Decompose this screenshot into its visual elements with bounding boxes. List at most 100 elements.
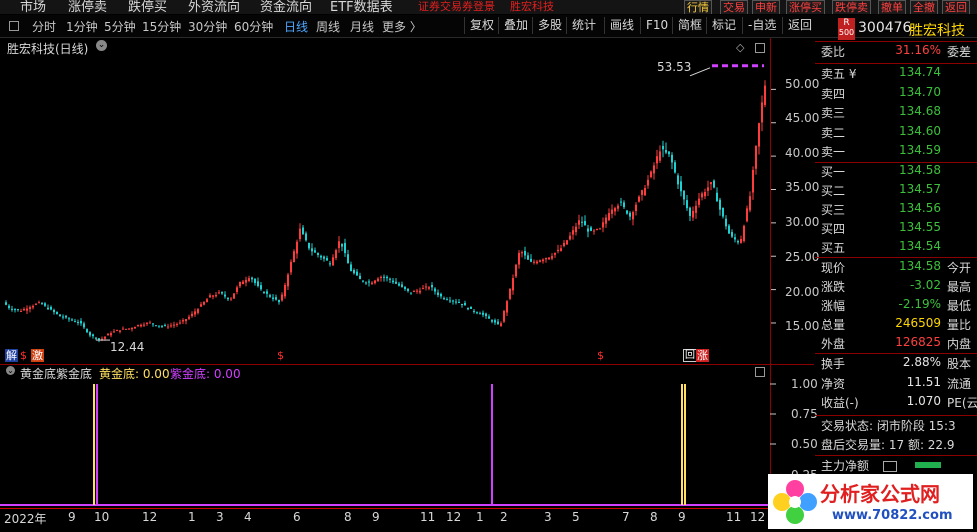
btn-f10[interactable]: F10 [640,17,673,34]
menu-limit-up-sell[interactable]: 涨停卖 [68,0,107,14]
period-5min[interactable]: 5分钟 [104,18,136,35]
candle-body [527,255,529,260]
x-tick: 12 [750,510,766,524]
candle-body [125,328,127,330]
dollar-marker[interactable]: $ [20,349,27,362]
candle-body [11,308,13,310]
marquee-1: 证券交易 [418,0,462,13]
sell-level-4[interactable]: 卖四 134.70 [821,85,971,105]
period-60min[interactable]: 60分钟 [234,18,273,35]
period-daily[interactable]: 日线 [284,18,308,35]
period-weekly[interactable]: 周线 [316,18,340,35]
candle-body [689,207,691,216]
candle-body [254,278,256,283]
candle-body [185,319,187,322]
stat2-row: 净资 11.51 流通 [821,374,972,391]
btn-simple-frame[interactable]: 简框 [672,17,707,34]
buyback-marker[interactable]: 回 [683,349,697,362]
x-tick: 1 [476,510,484,524]
candle-body [632,212,634,220]
candle-body [41,303,43,305]
menu-etf-table[interactable]: ETF数据表 [330,0,393,14]
buy-level-3[interactable]: 买三 134.56 [821,201,971,221]
btn-limit-up-buy[interactable]: 涨停买 [786,0,825,14]
kline-chart[interactable]: 胜宏科技(日线) ⌄ ◇ 53.53 12.44 解 $ 激 $ $ 回 涨 5… [0,38,819,364]
candle-body [77,322,79,324]
candle-body [215,294,217,297]
candle-body [419,290,421,293]
candle-body [371,282,373,285]
period-intraday[interactable]: 分时 [32,18,56,35]
btn-remove-watch[interactable]: -自选 [742,17,781,34]
candle-body [320,255,322,258]
buy-level-4[interactable]: 买四 134.55 [821,220,971,240]
btn-back[interactable]: 返回 [782,17,817,34]
stat-row: 现价 134.58 今开 [821,259,972,275]
candle-body [293,251,295,263]
candle-body [413,291,415,293]
candle-body [722,207,724,217]
x-tick: 7 [622,510,630,524]
candle-body [440,293,442,297]
btn-ipo[interactable]: 申新 [752,0,780,14]
sell-level-2[interactable]: 卖二 134.60 [821,124,971,144]
dollar-marker-3[interactable]: $ [597,349,604,362]
candle-body [668,151,670,155]
sell-level-1[interactable]: 卖一 134.59 [821,143,971,163]
candle-body [656,156,658,164]
btn-draw-line[interactable]: 画线 [604,17,639,34]
candle-body [725,218,727,227]
btn-multi-stock[interactable]: 多股 [532,17,567,34]
limit-up-marker[interactable]: 涨 [696,349,709,362]
candle-body [140,324,142,327]
btn-limit-down-sell[interactable]: 跌停卖 [832,0,871,14]
stat-row: 涨幅 -2.19% 最低 [821,297,972,313]
indicator-panel[interactable]: ⌄ 黄金底紫金底 黄金底: 0.00 紫金底: 0.00 1.00 0.75 0… [0,364,818,508]
candle-body [122,328,124,330]
candle-body [44,303,46,306]
candle-body [398,283,400,286]
candle-body [434,288,436,292]
candle-body [671,154,673,163]
candle-body [764,85,766,106]
menu-market[interactable]: 市场 [20,0,46,14]
btn-statistics[interactable]: 统计 [566,17,601,34]
btn-back-top[interactable]: 返回 [942,0,970,14]
incentive-marker[interactable]: 激 [31,349,44,362]
candle-body [416,290,418,292]
period-1min[interactable]: 1分钟 [66,18,98,35]
dollar-marker-2[interactable]: $ [277,349,284,362]
btn-overlay[interactable]: 叠加 [498,17,533,34]
btn-mark[interactable]: 标记 [706,17,741,34]
btn-cancel[interactable]: 撤单 [878,0,906,14]
candle-body [731,232,733,237]
candle-body [83,323,85,328]
candle-body [482,312,484,315]
period-30min[interactable]: 30分钟 [188,18,227,35]
candle-body [629,212,631,217]
period-more[interactable]: 更多 〉 [382,18,422,35]
candle-body [455,301,457,303]
unlock-marker[interactable]: 解 [5,349,18,362]
trade-status: 交易状态: 闭市阶段 15:3 [821,419,956,433]
period-15min[interactable]: 15分钟 [142,18,181,35]
candle-body [752,169,754,193]
sell-level-5[interactable]: 卖五 ¥134.74 [821,65,971,85]
btn-quote[interactable]: 行情 [684,0,712,14]
period-monthly[interactable]: 月线 [350,18,374,35]
buy-level-5[interactable]: 买五 134.54 [821,239,971,259]
buy-level-2[interactable]: 买二 134.57 [821,182,971,202]
sell-level-3[interactable]: 卖三 134.68 [821,104,971,124]
buy-level-1[interactable]: 买一 134.58 [821,163,971,183]
menu-capital-flow[interactable]: 资金流向 [260,0,312,14]
candle-body [677,175,679,185]
candle-body [89,332,91,336]
menu-foreign-flow[interactable]: 外资流向 [188,0,240,14]
btn-cancel-all[interactable]: 全撤 [910,0,938,14]
menu-limit-down-buy[interactable]: 跌停买 [128,0,167,14]
btn-fuquan[interactable]: 复权 [464,17,499,34]
btn-trade[interactable]: 交易 [720,0,748,14]
high-arrow [689,67,711,77]
window-icon[interactable] [9,21,19,31]
list-icon[interactable] [883,461,897,472]
